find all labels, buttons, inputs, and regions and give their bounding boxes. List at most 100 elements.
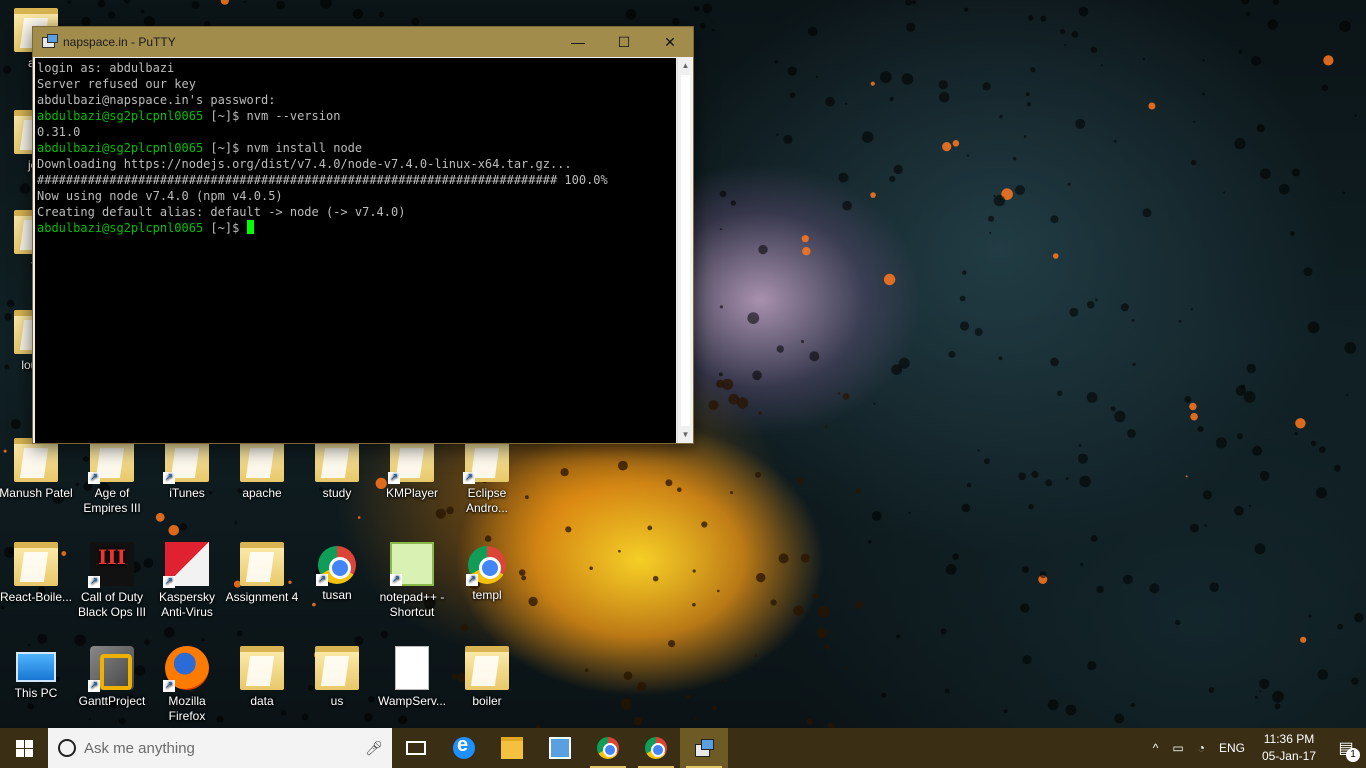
desktop-icon[interactable]: Eclipse Andro... <box>449 438 525 516</box>
raindrop <box>889 96 894 102</box>
show-hidden-icons-chevron[interactable]: ^ <box>1146 741 1166 755</box>
raindrop <box>1190 412 1198 421</box>
desktop-icon[interactable]: boiler <box>449 646 525 709</box>
desktop-icon[interactable]: Manush Patel <box>0 438 74 501</box>
battery-icon[interactable]: ▭ <box>1165 741 1190 755</box>
raindrop <box>1235 385 1247 396</box>
taskbar-task-view-button[interactable] <box>392 728 440 768</box>
raindrop <box>1259 690 1262 693</box>
raindrop <box>357 516 361 519</box>
desktop-icon[interactable]: Age of Empires III <box>74 438 150 516</box>
taskbar-putty-button[interactable] <box>680 728 728 768</box>
desktop-icon[interactable]: Mozilla Firefox <box>149 646 225 724</box>
putty-titlebar[interactable]: napspace.in - PuTTY — ☐ ✕ <box>33 27 693 57</box>
desktop-icon[interactable]: tusan <box>299 542 375 603</box>
taskbar-store-button[interactable] <box>536 728 584 768</box>
raindrop <box>1015 185 1025 195</box>
raindrop <box>1318 446 1326 453</box>
terminal-scrollbar[interactable]: ▲ ▼ <box>677 58 693 443</box>
raindrop <box>1120 303 1129 312</box>
raindrop <box>824 644 830 650</box>
raindrop <box>974 328 983 336</box>
folder-icon <box>14 542 58 586</box>
raindrop <box>854 600 863 609</box>
desktop-icon[interactable]: Call of Duty Black Ops III <box>74 542 150 620</box>
terminal-output[interactable]: login as: abdulbazi Server refused our ke… <box>35 58 676 443</box>
desktop-icon[interactable]: This PC <box>0 646 74 701</box>
putty-app-icon[interactable] <box>41 34 58 50</box>
terminal-text: Now using node v7.4.0 (npm v4.0.5) <box>37 189 283 203</box>
scroll-up-icon[interactable]: ▲ <box>678 58 693 74</box>
raindrop <box>906 22 916 32</box>
desktop-icon[interactable]: iTunes <box>149 438 225 501</box>
raindrop <box>1030 67 1036 73</box>
raindrop <box>719 190 727 198</box>
raindrop <box>721 378 734 391</box>
action-center-button[interactable]: ▤ 1 <box>1326 728 1366 768</box>
scroll-down-icon[interactable]: ▼ <box>678 427 693 443</box>
desktop-icon[interactable]: GanttProject <box>74 646 150 709</box>
raindrop <box>320 0 332 9</box>
desktop-icon[interactable]: us <box>299 646 375 709</box>
search-placeholder[interactable]: Ask me anything <box>84 740 356 757</box>
shortcut-icon <box>88 438 134 484</box>
raindrop <box>354 636 364 646</box>
raindrop <box>589 566 593 570</box>
raindrop <box>1259 168 1271 180</box>
raindrop <box>756 572 766 583</box>
raindrop <box>959 295 966 302</box>
desktop-icon[interactable]: templ <box>449 542 525 603</box>
raindrop <box>940 628 947 635</box>
start-button[interactable] <box>0 728 48 768</box>
raindrop <box>1047 699 1059 711</box>
minimize-button[interactable]: — <box>555 27 601 57</box>
raindrop <box>873 402 876 405</box>
desktop-icon-label: notepad++ - Shortcut <box>379 590 445 619</box>
microphone-icon[interactable]: 🎤︎ <box>356 740 392 757</box>
raindrop <box>983 458 990 465</box>
raindrop <box>1190 159 1197 166</box>
raindrop <box>1078 6 1089 17</box>
maximize-button[interactable]: ☐ <box>601 27 647 57</box>
raindrop <box>1248 504 1252 507</box>
notification-count-badge: 1 <box>1346 748 1360 762</box>
raindrop <box>1065 477 1069 480</box>
desktop-icon[interactable]: Kaspersky Anti-Virus <box>149 542 225 620</box>
search-box[interactable]: Ask me anything 🎤︎ <box>48 728 392 768</box>
taskbar-chrome-1-button[interactable] <box>584 728 632 768</box>
taskbar-edge-button[interactable] <box>440 728 488 768</box>
raindrop <box>1339 20 1351 33</box>
raindrop <box>717 589 720 593</box>
raindrop <box>1342 191 1345 194</box>
raindrop <box>1142 208 1152 218</box>
desktop-icon[interactable]: apache <box>224 438 300 501</box>
raindrop <box>236 630 243 637</box>
raindrop <box>276 0 285 10</box>
desktop-icon[interactable]: study <box>299 438 375 501</box>
desktop-icon[interactable]: React-Boile... <box>0 542 74 605</box>
desktop-icon[interactable]: Assignment 4 <box>224 542 300 605</box>
raindrop <box>881 692 887 699</box>
wifi-icon[interactable]: ◔ <box>1191 741 1212 755</box>
raindrop <box>776 345 784 353</box>
desktop-icon[interactable]: notepad++ - Shortcut <box>374 542 450 620</box>
taskbar-chrome-2-button[interactable] <box>632 728 680 768</box>
raindrop <box>1178 319 1182 323</box>
scrollbar-thumb[interactable] <box>681 75 690 426</box>
close-button[interactable]: ✕ <box>647 27 693 57</box>
cortana-icon[interactable] <box>58 739 76 757</box>
raindrop <box>652 575 659 582</box>
putty-window[interactable]: napspace.in - PuTTY — ☐ ✕ login as: abdu… <box>32 26 694 444</box>
clock[interactable]: 11:36 PM 05-Jan-17 <box>1252 731 1326 765</box>
raindrop <box>692 602 696 607</box>
raindrop <box>817 627 828 639</box>
raindrop <box>280 709 287 716</box>
input-language[interactable]: ENG <box>1212 741 1252 755</box>
desktop-icon[interactable]: data <box>224 646 300 709</box>
raindrop <box>880 71 892 84</box>
desktop-icon[interactable]: KMPlayer <box>374 438 450 501</box>
raindrop <box>1028 503 1034 510</box>
taskbar-file-explorer-button[interactable] <box>488 728 536 768</box>
chrome-icon <box>597 737 619 759</box>
desktop-icon[interactable]: WampServ... <box>374 646 450 709</box>
